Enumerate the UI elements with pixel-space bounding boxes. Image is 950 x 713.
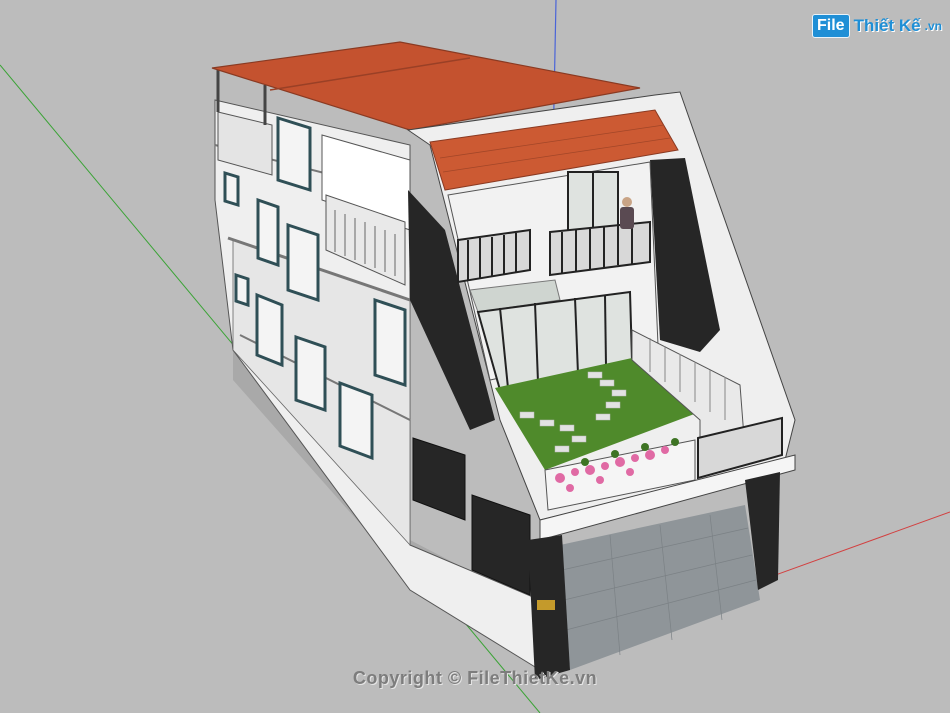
window-low-1	[255, 292, 284, 368]
window-small-2	[234, 272, 250, 308]
window-low-2	[294, 334, 327, 413]
ground-floor-door-1	[412, 437, 466, 521]
light-fixture	[537, 600, 555, 610]
window-mid-1	[256, 197, 280, 268]
window-top-1	[276, 115, 312, 193]
logo-tld: .vn	[924, 19, 942, 33]
copyright-watermark: Copyright © FileThietKe.vn	[352, 668, 598, 688]
window-small-1	[223, 170, 240, 208]
logo-text: Thiết Kế	[853, 16, 921, 35]
window-mid-3	[373, 297, 407, 388]
window-low-3	[338, 380, 374, 461]
carport-floor	[560, 505, 760, 670]
window-mid-2	[286, 222, 320, 303]
filethietke-logo: File Thiết Kế .vn	[812, 12, 942, 40]
person-figure-icon	[620, 197, 634, 229]
logo-badge: File	[812, 14, 850, 38]
house-3d-model-scene	[0, 0, 950, 713]
